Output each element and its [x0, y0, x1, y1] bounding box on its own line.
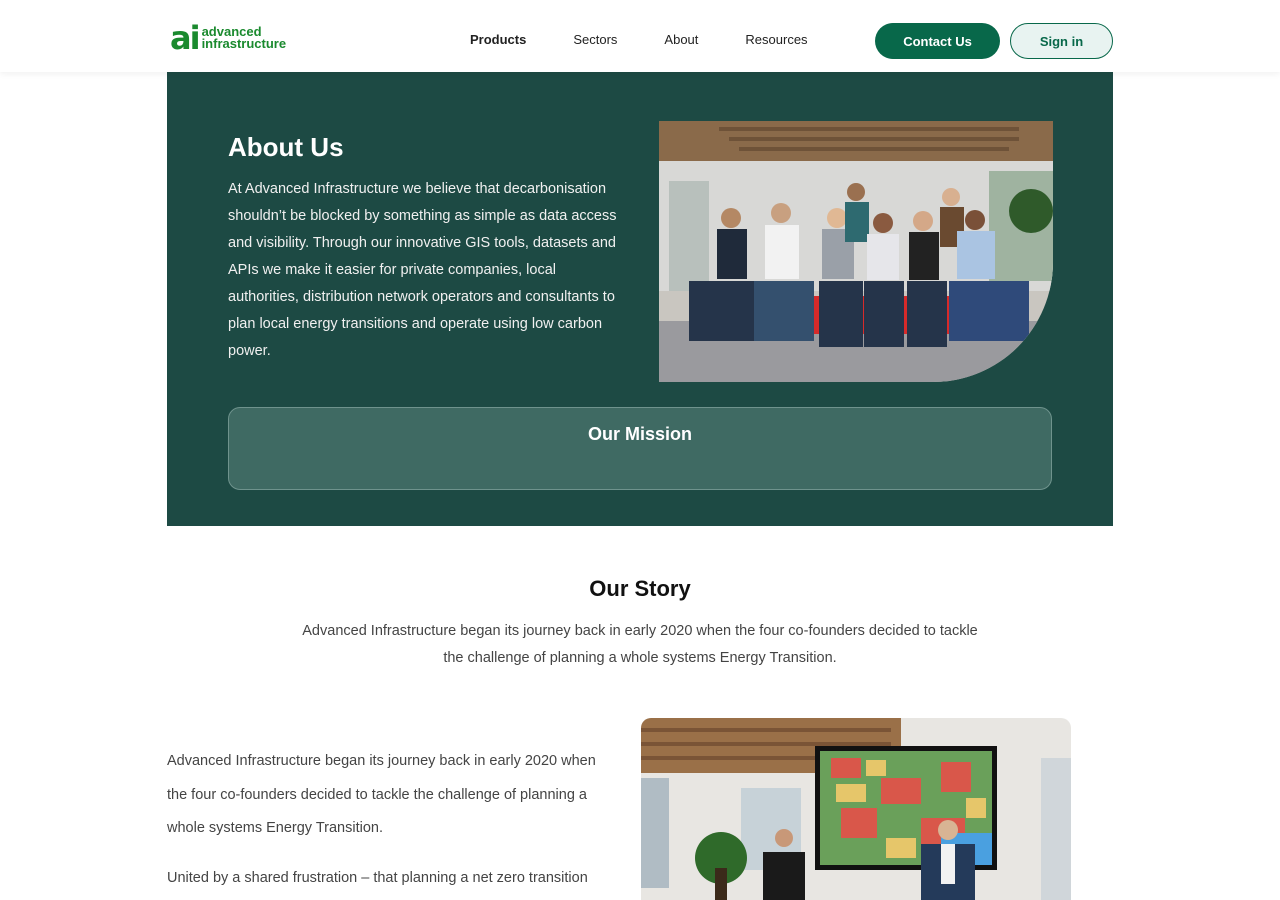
team-photo — [659, 121, 1053, 382]
team-photo-image — [659, 121, 1053, 382]
mission-title: Our Mission — [587, 424, 692, 444]
nav-about[interactable]: About — [664, 32, 698, 47]
story-text: Advanced Infrastructure began its journe… — [167, 745, 607, 895]
mission-text: "To accelerate an informed, fair and aff… — [296, 525, 684, 568]
about-section: About Us At Advanced Infrastructure we b… — [167, 72, 1113, 568]
sign-in-button[interactable]: Sign in — [1010, 23, 1113, 59]
logo-mark: ai — [170, 19, 201, 57]
nav-resources[interactable]: Resources — [745, 32, 807, 47]
logo[interactable]: ai advanced infrastructure — [170, 22, 286, 54]
site-header: ai advanced infrastructure Products Sect… — [0, 0, 1280, 72]
story-paragraph-2: United by a shared frustration – that pl… — [167, 869, 588, 886]
main-nav: Products Sectors About Resources — [470, 32, 855, 47]
nav-products[interactable]: Products — [470, 32, 526, 47]
about-title: About Us — [228, 132, 344, 162]
logo-line-2: infrastructure — [201, 36, 287, 51]
about-body: At Advanced Infrastructure we believe th… — [228, 181, 617, 359]
story-title: Our Story — [589, 576, 691, 601]
nav-sectors[interactable]: Sectors — [573, 32, 617, 47]
story-paragraph-1: Advanced Infrastructure began its journe… — [167, 753, 596, 836]
story-intro: Advanced Infrastructure began its journe… — [302, 623, 978, 666]
contact-us-button[interactable]: Contact Us — [875, 23, 1000, 59]
logo-wordmark: advanced infrastructure — [201, 25, 287, 51]
office-photo-image — [641, 718, 1071, 900]
mission-card: Our Mission "To accelerate an informed, … — [228, 407, 1052, 568]
office-photo — [641, 718, 1071, 900]
